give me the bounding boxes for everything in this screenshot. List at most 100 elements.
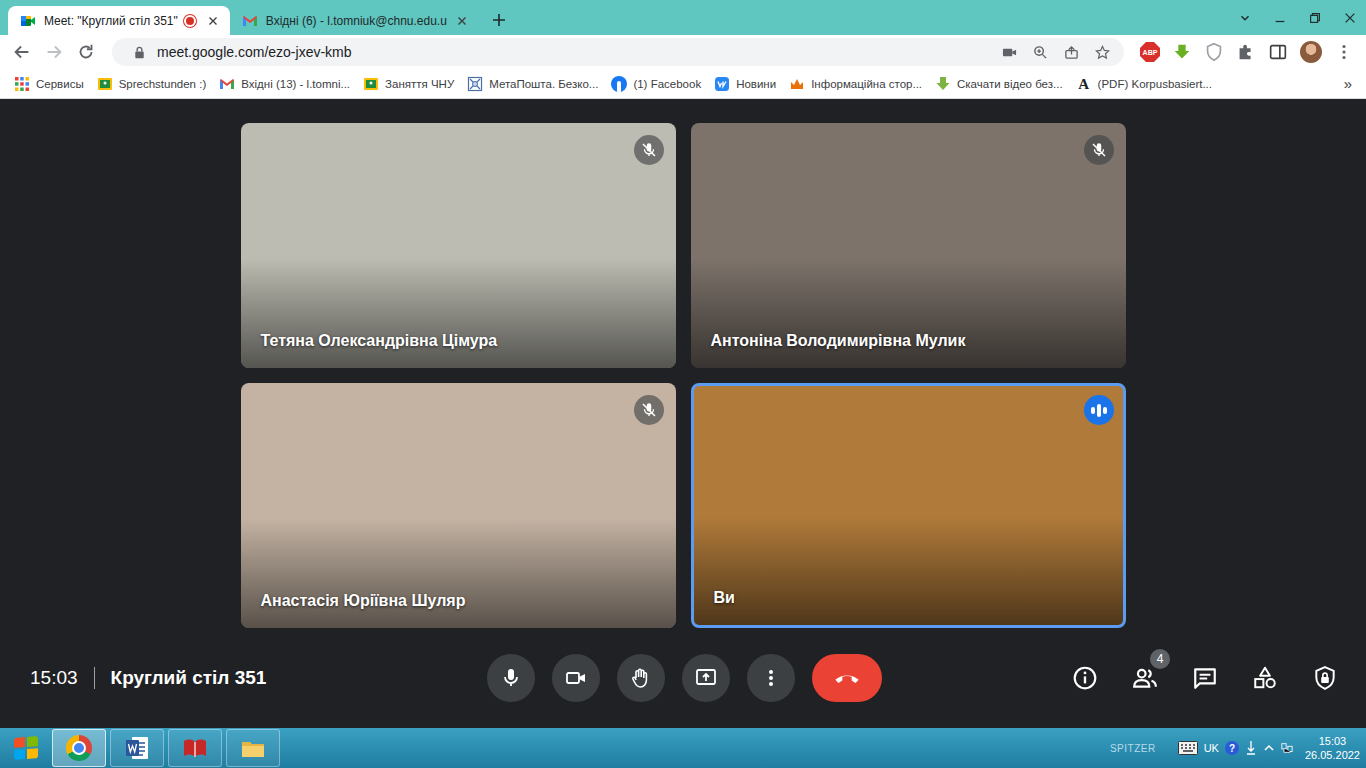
download-extension-icon[interactable] (1168, 38, 1196, 66)
chat-icon[interactable] (1192, 665, 1218, 691)
facebook-icon (611, 76, 627, 92)
more-bookmarks-button[interactable]: » (1340, 75, 1356, 92)
menu-icon[interactable] (1330, 38, 1358, 66)
participant-tile[interactable]: Ви (691, 383, 1126, 628)
start-button[interactable] (0, 728, 52, 768)
extensions-puzzle-icon[interactable] (1232, 38, 1260, 66)
classroom-icon (363, 76, 379, 92)
browser-tab[interactable]: Вхідні (6) - l.tomniuk@chnu.edu.u (230, 6, 479, 35)
new-tab-icon[interactable] (491, 12, 507, 28)
shield-extension-icon[interactable] (1200, 38, 1228, 66)
tab-strip: Meet: "Круглий стіл 351"Вхідні (6) - l.t… (0, 0, 1366, 35)
meet-icon (20, 13, 36, 29)
browser-tab[interactable]: Meet: "Круглий стіл 351" (8, 6, 230, 35)
url-text[interactable]: meet.google.com/ezo-jxev-kmb (157, 44, 986, 60)
bookmark-label: Заняття ЧНУ (385, 78, 454, 90)
close-window-icon[interactable] (1334, 11, 1366, 25)
more-options-button[interactable] (747, 654, 795, 702)
close-tab-icon[interactable] (206, 14, 220, 28)
camera-icon (564, 666, 588, 690)
lock-icon[interactable] (132, 45, 147, 60)
adblock-extension-icon[interactable]: ABP (1140, 42, 1160, 62)
muted-mic-icon (634, 135, 664, 165)
minimize-icon[interactable] (1264, 11, 1296, 25)
windows-logo-icon (14, 736, 38, 760)
taskbar-app[interactable] (52, 729, 106, 767)
zoom-icon[interactable] (1033, 45, 1048, 60)
keyboard-icon[interactable] (1178, 741, 1198, 755)
system-tray: UK? 15:0326.05.2022 (1178, 734, 1360, 762)
bookmark-label: Вхідні (13) - l.tomni... (241, 78, 350, 90)
windows-taskbar: SPITZER UK? 15:0326.05.2022 (0, 728, 1366, 768)
bookmark[interactable]: Сервисы (14, 76, 84, 92)
participant-count-badge: 4 (1150, 649, 1170, 669)
people-icon (1132, 665, 1158, 691)
bookmark-label: Сервисы (36, 78, 84, 90)
download-site-icon (935, 76, 951, 92)
language-indicator[interactable]: UK (1204, 742, 1219, 754)
side-buttons: 4 (1072, 665, 1338, 691)
raise-hand-button[interactable] (617, 654, 665, 702)
people-button[interactable]: 4 (1132, 665, 1158, 691)
clock[interactable]: 15:0326.05.2022 (1305, 734, 1360, 762)
info-site-icon (789, 76, 805, 92)
restore-icon[interactable] (1299, 11, 1331, 25)
bookmark-label: МетаПошта. Безко... (489, 78, 598, 90)
microphone-button[interactable] (487, 654, 535, 702)
tab-search-icon[interactable] (1229, 11, 1261, 25)
reload-icon[interactable] (72, 38, 100, 66)
participant-tile[interactable]: Антоніна Володимирівна Мулик (691, 123, 1126, 368)
meet-area: Тетяна Олександрівна ЦімураАнтоніна Воло… (0, 99, 1366, 728)
bookmark[interactable]: (1) Facebook (611, 76, 701, 92)
leave-call-button[interactable] (812, 654, 882, 702)
bookmark[interactable]: Новини (714, 76, 776, 92)
bookmark[interactable]: A(PDF) Korpusbasiert... (1076, 76, 1212, 92)
meeting-details-icon[interactable] (1072, 665, 1098, 691)
back-icon[interactable] (8, 38, 36, 66)
bookmark[interactable]: Заняття ЧНУ (363, 76, 454, 92)
participant-tile[interactable]: Тетяна Олександрівна Цімура (241, 123, 676, 368)
present-button[interactable] (682, 654, 730, 702)
pen-icon[interactable] (1245, 740, 1257, 756)
microphone-icon (499, 666, 523, 690)
taskbar-app[interactable] (110, 729, 164, 767)
separator (94, 667, 95, 689)
bookmark-label: (1) Facebook (633, 78, 701, 90)
bookmark[interactable]: Sprechstunden :) (97, 76, 207, 92)
bookmark[interactable]: МетаПошта. Безко... (467, 76, 598, 92)
screen: Meet: "Круглий стіл 351"Вхідні (6) - l.t… (0, 0, 1366, 768)
taskbar-app[interactable] (168, 729, 222, 767)
participant-name: Анастасія Юріївна Шуляр (261, 592, 466, 610)
toolbar: meet.google.com/ezo-jxev-kmb ABP (0, 35, 1366, 69)
classroom-icon (97, 76, 113, 92)
network-icon[interactable] (1281, 740, 1293, 756)
window-controls (1226, 0, 1366, 35)
gmail-icon (242, 13, 258, 29)
close-tab-icon[interactable] (455, 14, 469, 28)
share-icon[interactable] (1064, 45, 1079, 60)
bookmark-star-icon[interactable] (1095, 45, 1110, 60)
profile-avatar[interactable] (1300, 41, 1322, 63)
address-bar[interactable]: meet.google.com/ezo-jxev-kmb (112, 38, 1124, 66)
tile-shade (691, 258, 1126, 368)
camera-button[interactable] (552, 654, 600, 702)
side-panel-icon[interactable] (1264, 38, 1292, 66)
clock-time: 15:03 (1319, 734, 1347, 748)
host-controls-icon[interactable] (1312, 665, 1338, 691)
bookmark-label: Новини (736, 78, 776, 90)
camera-in-use-icon[interactable] (1002, 45, 1017, 60)
show-hidden-icons-icon[interactable] (1263, 740, 1275, 756)
bookmarks-bar: Сервисы Sprechstunden :) Вхідні (13) - l.t… (0, 69, 1366, 99)
watermark-text: SPITZER (1110, 743, 1156, 754)
participant-tile[interactable]: Анастасія Юріївна Шуляр (241, 383, 676, 628)
present-screen-icon (694, 666, 718, 690)
hand-icon (629, 666, 653, 690)
taskbar-app[interactable] (226, 729, 280, 767)
bookmark[interactable]: Скачати відео без... (935, 76, 1063, 92)
participant-name: Ви (714, 589, 735, 607)
activities-icon[interactable] (1252, 665, 1278, 691)
bookmark[interactable]: Інформаційна стор... (789, 76, 922, 92)
help-button[interactable]: ? (1225, 741, 1239, 755)
bookmark[interactable]: Вхідні (13) - l.tomni... (219, 76, 350, 92)
muted-mic-icon (1084, 135, 1114, 165)
